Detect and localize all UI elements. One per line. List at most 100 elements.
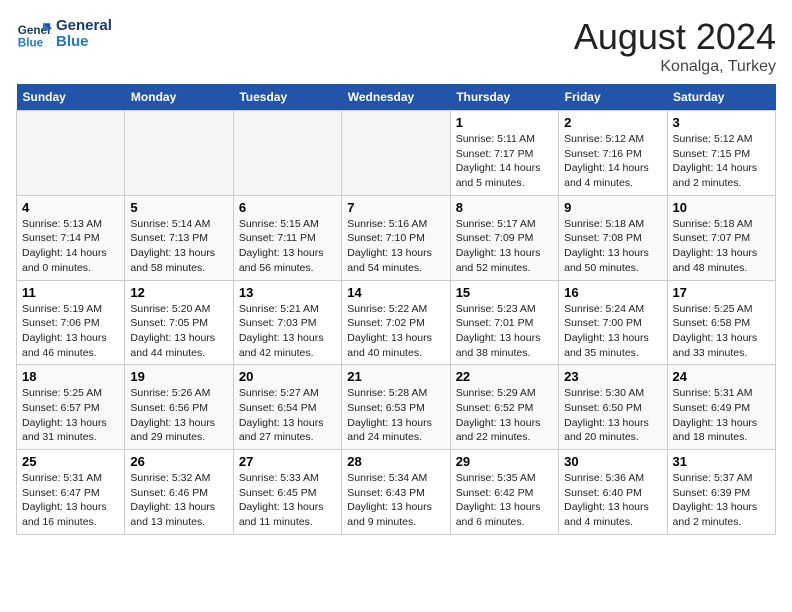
calendar-cell: 5 Sunrise: 5:14 AMSunset: 7:13 PMDaylight…: [125, 195, 233, 280]
calendar-week-2: 4 Sunrise: 5:13 AMSunset: 7:14 PMDaylight…: [17, 195, 776, 280]
calendar-week-4: 18Sunrise: 5:25 AMSunset: 6:57 PMDayligh…: [17, 365, 776, 450]
calendar-cell: 7Sunrise: 5:16 AMSunset: 7:10 PMDaylight…: [342, 195, 450, 280]
day-number: 27: [239, 454, 336, 469]
calendar-cell: 25 Sunrise: 5:31 AMSunset: 6:47 PMDayligh…: [17, 450, 125, 535]
calendar-cell: 8 Sunrise: 5:17 AMSunset: 7:09 PMDaylight…: [450, 195, 558, 280]
day-info: Sunrise: 5:31 AMSunset: 6:47 PMDaylight:…: [22, 471, 119, 530]
day-info: Sunrise: 5:12 AMSunset: 7:16 PMDaylight:…: [564, 132, 661, 191]
calendar-cell: 2 Sunrise: 5:12 AMSunset: 7:16 PMDaylight…: [559, 111, 667, 196]
day-number: 28: [347, 454, 444, 469]
day-number: 2: [564, 115, 661, 130]
calendar-cell: 3 Sunrise: 5:12 AMSunset: 7:15 PMDaylight…: [667, 111, 775, 196]
header-tuesday: Tuesday: [233, 84, 341, 111]
day-info: Sunrise: 5:27 AMSunset: 6:54 PMDaylight:…: [239, 386, 336, 445]
day-number: 5: [130, 200, 227, 215]
day-number: 26: [130, 454, 227, 469]
calendar-cell: 27 Sunrise: 5:33 AMSunset: 6:45 PMDayligh…: [233, 450, 341, 535]
calendar-cell: 19 Sunrise: 5:26 AMSunset: 6:56 PMDayligh…: [125, 365, 233, 450]
calendar-cell: 21Sunrise: 5:28 AMSunset: 6:53 PMDayligh…: [342, 365, 450, 450]
calendar-cell: 1 Sunrise: 5:11 AMSunset: 7:17 PMDaylight…: [450, 111, 558, 196]
month-title: August 2024: [574, 16, 776, 58]
svg-text:Blue: Blue: [18, 37, 44, 50]
day-number: 29: [456, 454, 553, 469]
calendar-cell: 20 Sunrise: 5:27 AMSunset: 6:54 PMDayligh…: [233, 365, 341, 450]
calendar-cell: 12Sunrise: 5:20 AMSunset: 7:05 PMDayligh…: [125, 280, 233, 365]
page-header: General Blue General Blue August 2024 Ko…: [16, 16, 776, 76]
day-info: Sunrise: 5:17 AMSunset: 7:09 PMDaylight:…: [456, 217, 553, 276]
calendar-cell: [17, 111, 125, 196]
calendar-table: SundayMondayTuesdayWednesdayThursdayFrid…: [16, 84, 776, 535]
day-info: Sunrise: 5:32 AMSunset: 6:46 PMDaylight:…: [130, 471, 227, 530]
day-info: Sunrise: 5:23 AMSunset: 7:01 PMDaylight:…: [456, 302, 553, 361]
header-saturday: Saturday: [667, 84, 775, 111]
day-info: Sunrise: 5:16 AMSunset: 7:10 PMDaylight:…: [347, 217, 444, 276]
day-number: 30: [564, 454, 661, 469]
logo: General Blue General Blue: [16, 16, 112, 52]
calendar-cell: 29 Sunrise: 5:35 AMSunset: 6:42 PMDayligh…: [450, 450, 558, 535]
calendar-cell: 10Sunrise: 5:18 AMSunset: 7:07 PMDayligh…: [667, 195, 775, 280]
day-info: Sunrise: 5:26 AMSunset: 6:56 PMDaylight:…: [130, 386, 227, 445]
calendar-cell: 9Sunrise: 5:18 AMSunset: 7:08 PMDaylight…: [559, 195, 667, 280]
day-number: 16: [564, 285, 661, 300]
day-number: 15: [456, 285, 553, 300]
day-number: 4: [22, 200, 119, 215]
day-number: 12: [130, 285, 227, 300]
day-number: 3: [673, 115, 770, 130]
day-number: 11: [22, 285, 119, 300]
day-number: 31: [673, 454, 770, 469]
calendar-cell: [342, 111, 450, 196]
calendar-cell: 13Sunrise: 5:21 AMSunset: 7:03 PMDayligh…: [233, 280, 341, 365]
calendar-cell: 24Sunrise: 5:31 AMSunset: 6:49 PMDayligh…: [667, 365, 775, 450]
calendar-cell: 18Sunrise: 5:25 AMSunset: 6:57 PMDayligh…: [17, 365, 125, 450]
day-info: Sunrise: 5:30 AMSunset: 6:50 PMDaylight:…: [564, 386, 661, 445]
day-info: Sunrise: 5:21 AMSunset: 7:03 PMDaylight:…: [239, 302, 336, 361]
calendar-cell: 16Sunrise: 5:24 AMSunset: 7:00 PMDayligh…: [559, 280, 667, 365]
calendar-cell: 6 Sunrise: 5:15 AMSunset: 7:11 PMDaylight…: [233, 195, 341, 280]
day-info: Sunrise: 5:37 AMSunset: 6:39 PMDaylight:…: [673, 471, 770, 530]
day-number: 10: [673, 200, 770, 215]
calendar-cell: 11 Sunrise: 5:19 AMSunset: 7:06 PMDayligh…: [17, 280, 125, 365]
header-sunday: Sunday: [17, 84, 125, 111]
day-number: 17: [673, 285, 770, 300]
logo-blue-text: Blue: [56, 34, 112, 51]
calendar-cell: 26 Sunrise: 5:32 AMSunset: 6:46 PMDayligh…: [125, 450, 233, 535]
day-info: Sunrise: 5:25 AMSunset: 6:57 PMDaylight:…: [22, 386, 119, 445]
calendar-week-3: 11 Sunrise: 5:19 AMSunset: 7:06 PMDayligh…: [17, 280, 776, 365]
day-number: 23: [564, 369, 661, 384]
calendar-week-5: 25 Sunrise: 5:31 AMSunset: 6:47 PMDayligh…: [17, 450, 776, 535]
day-info: Sunrise: 5:35 AMSunset: 6:42 PMDaylight:…: [456, 471, 553, 530]
day-number: 20: [239, 369, 336, 384]
header-thursday: Thursday: [450, 84, 558, 111]
calendar-cell: 14 Sunrise: 5:22 AMSunset: 7:02 PMDayligh…: [342, 280, 450, 365]
day-info: Sunrise: 5:36 AMSunset: 6:40 PMDaylight:…: [564, 471, 661, 530]
day-number: 8: [456, 200, 553, 215]
day-number: 14: [347, 285, 444, 300]
day-info: Sunrise: 5:22 AMSunset: 7:02 PMDaylight:…: [347, 302, 444, 361]
day-number: 19: [130, 369, 227, 384]
day-info: Sunrise: 5:11 AMSunset: 7:17 PMDaylight:…: [456, 132, 553, 191]
day-info: Sunrise: 5:12 AMSunset: 7:15 PMDaylight:…: [673, 132, 770, 191]
calendar-cell: 30 Sunrise: 5:36 AMSunset: 6:40 PMDayligh…: [559, 450, 667, 535]
calendar-cell: 17 Sunrise: 5:25 AMSunset: 6:58 PMDayligh…: [667, 280, 775, 365]
day-info: Sunrise: 5:29 AMSunset: 6:52 PMDaylight:…: [456, 386, 553, 445]
day-info: Sunrise: 5:18 AMSunset: 7:08 PMDaylight:…: [564, 217, 661, 276]
day-number: 25: [22, 454, 119, 469]
calendar-cell: [233, 111, 341, 196]
day-info: Sunrise: 5:13 AMSunset: 7:14 PMDaylight:…: [22, 217, 119, 276]
calendar-cell: [125, 111, 233, 196]
day-number: 24: [673, 369, 770, 384]
calendar-cell: 4 Sunrise: 5:13 AMSunset: 7:14 PMDaylight…: [17, 195, 125, 280]
day-info: Sunrise: 5:19 AMSunset: 7:06 PMDaylight:…: [22, 302, 119, 361]
day-info: Sunrise: 5:25 AMSunset: 6:58 PMDaylight:…: [673, 302, 770, 361]
day-number: 22: [456, 369, 553, 384]
day-info: Sunrise: 5:33 AMSunset: 6:45 PMDaylight:…: [239, 471, 336, 530]
day-info: Sunrise: 5:28 AMSunset: 6:53 PMDaylight:…: [347, 386, 444, 445]
calendar-header-row: SundayMondayTuesdayWednesdayThursdayFrid…: [17, 84, 776, 111]
day-number: 6: [239, 200, 336, 215]
day-number: 1: [456, 115, 553, 130]
calendar-cell: 31 Sunrise: 5:37 AMSunset: 6:39 PMDayligh…: [667, 450, 775, 535]
day-info: Sunrise: 5:15 AMSunset: 7:11 PMDaylight:…: [239, 217, 336, 276]
header-friday: Friday: [559, 84, 667, 111]
calendar-week-1: 1 Sunrise: 5:11 AMSunset: 7:17 PMDaylight…: [17, 111, 776, 196]
day-info: Sunrise: 5:14 AMSunset: 7:13 PMDaylight:…: [130, 217, 227, 276]
